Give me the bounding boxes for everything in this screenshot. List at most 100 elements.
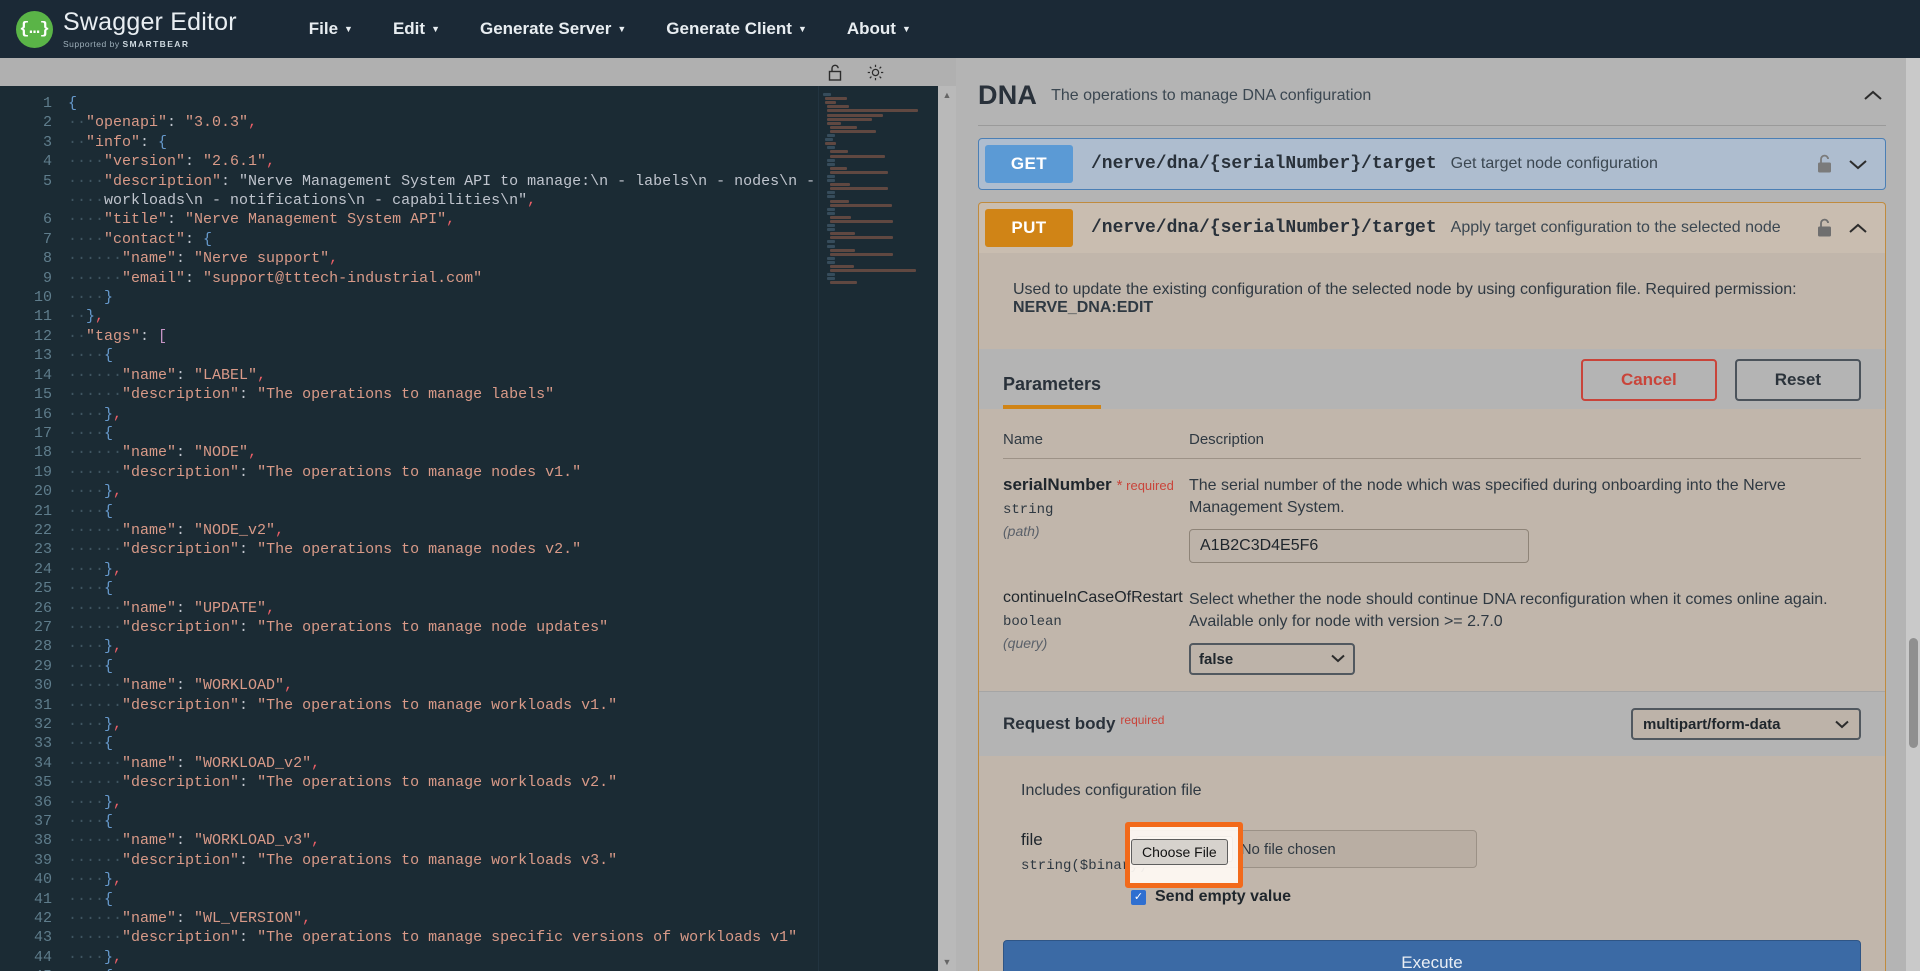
chevron-down-icon[interactable] (1847, 153, 1869, 175)
operation-put: PUT /nerve/dna/{serialNumber}/target App… (978, 202, 1886, 971)
main-split: 12345 6 7 8 9 10 11 12 13 14 15 16 17 18 19 20 21 22 23 24… (0, 58, 1920, 971)
code-content[interactable]: {··"openapi": "3.0.3", ··"info": {····"ve… (62, 86, 818, 971)
param-name-cell-continueincaseofrestart: continueInCaseOfRestart boolean (query) (1003, 589, 1189, 675)
editor-toolbar (0, 58, 956, 86)
scroll-up-arrow-icon[interactable]: ▲ (941, 89, 953, 101)
required-text: required (1126, 478, 1174, 493)
param-name-line: serialNumber * required (1003, 475, 1179, 495)
scroll-down-arrow-icon[interactable]: ▼ (941, 956, 953, 968)
request-body-title-wrap: Request body required (1003, 713, 1165, 734)
tag-header-dna: DNA The operations to manage DNA configu… (966, 58, 1898, 125)
required-badge: * required (1116, 477, 1174, 494)
logo-sub-brand: SMARTBEAR (122, 38, 190, 49)
swagger-content: DNA The operations to manage DNA configu… (956, 58, 1920, 971)
editor-scrollbar[interactable]: ▲ ▼ (938, 86, 956, 971)
chevron-up-icon[interactable] (1860, 83, 1886, 109)
send-empty-checkbox[interactable]: ✓ (1131, 889, 1146, 905)
logo-subtitle: Supported by SMARTBEAR (63, 40, 237, 49)
param-name: serialNumber (1003, 475, 1112, 494)
request-body-title: Request body (1003, 714, 1116, 734)
parameters-toolbar: Parameters Cancel Reset (979, 349, 1885, 409)
tag-divider (978, 125, 1886, 126)
unlock-icon[interactable] (826, 63, 844, 81)
menu-generate-server-label: Generate Server (479, 19, 612, 38)
choose-file-button-highlighted[interactable]: Choose File (1131, 839, 1236, 866)
logo-glyph: {…} (19, 19, 50, 39)
operation-put-controls (1816, 217, 1875, 239)
chevron-down-icon (1331, 652, 1345, 666)
menu-generate-client-label: Generate Client (666, 19, 792, 38)
param-type: boolean (1003, 614, 1062, 631)
unlock-icon[interactable] (1816, 218, 1833, 238)
content-type-select[interactable]: multipart/form-data (1631, 708, 1861, 741)
editor-pane: 12345 6 7 8 9 10 11 12 13 14 15 16 17 18 19 20 21 22 23 24… (0, 58, 956, 971)
column-header-name: Name (1003, 431, 1044, 448)
operation-put-path: /nerve/dna/{serialNumber}/target (1091, 218, 1437, 238)
chevron-down-icon: ▼ (901, 24, 911, 34)
operation-get-summary: Get target node configuration (1450, 155, 1658, 172)
menu-about[interactable]: About ▼ (827, 11, 931, 47)
operation-put-header[interactable]: PUT /nerve/dna/{serialNumber}/target App… (978, 202, 1886, 253)
file-field-labels: file string($binary) (1021, 830, 1147, 874)
chevron-down-icon: ▼ (797, 24, 807, 34)
menu-file[interactable]: File ▼ (289, 11, 373, 47)
column-header-description: Description (1189, 431, 1265, 448)
swagger-scrollbar[interactable] (1906, 58, 1920, 971)
operation-put-summary: Apply target configuration to the select… (1450, 219, 1781, 236)
required-star: * (1116, 477, 1123, 494)
send-empty-value-row[interactable]: ✓ Send empty value (1131, 888, 1861, 906)
operation-description: Used to update the existing configuratio… (979, 253, 1885, 349)
parameters-table-header: Name Description (1003, 427, 1861, 459)
content-type-value: multipart/form-data (1643, 715, 1781, 733)
no-file-chosen-text: No file chosen (1240, 840, 1336, 858)
execute-button[interactable]: Execute (1003, 940, 1861, 971)
file-field-row: file string($binary) Choose File No file… (1021, 822, 1861, 889)
param-location: (path) (1003, 523, 1040, 539)
swagger-ui-pane: DNA The operations to manage DNA configu… (956, 58, 1920, 971)
request-body-note: Includes configuration file (1021, 782, 1202, 800)
param-name-cell-serialnumber: serialNumber * required string (path) (1003, 475, 1189, 563)
code-minimap[interactable] (818, 86, 938, 971)
send-empty-label: Send empty value (1155, 888, 1292, 906)
param-type: string (1003, 502, 1054, 518)
reset-button[interactable]: Reset (1734, 359, 1861, 401)
tab-parameters[interactable]: Parameters (1003, 366, 1102, 409)
table-row: continueInCaseOfRestart boolean (query) … (1003, 573, 1861, 685)
app-header: {…} Swagger Editor Supported by SMARTBEA… (0, 0, 1920, 58)
chevron-down-icon: ▼ (344, 24, 353, 34)
choose-file-button-label[interactable]: Choose File (1131, 839, 1228, 866)
http-verb-put: PUT (985, 209, 1073, 247)
table-row: serialNumber * required string (path) The… (1003, 459, 1861, 573)
menu-edit[interactable]: Edit ▼ (373, 11, 460, 47)
scrollbar-thumb[interactable] (1909, 638, 1918, 748)
http-verb-get: GET (985, 145, 1073, 183)
main-menubar: File ▼ Edit ▼ Generate Server ▼ Generate Cl… (289, 11, 931, 47)
operation-description-text: Used to update the existing configuratio… (1013, 281, 1797, 298)
execute-section: Execute (979, 914, 1885, 971)
serialnumber-input[interactable] (1189, 529, 1529, 564)
continueincaseofrestart-select[interactable]: false (1189, 643, 1355, 676)
app-logo[interactable]: {…} Swagger Editor Supported by SMARTBEA… (16, 9, 237, 49)
chevron-down-icon (1835, 716, 1849, 733)
menu-edit-label: Edit (392, 19, 426, 38)
operation-get-controls (1816, 153, 1875, 175)
menu-generate-client[interactable]: Generate Client ▼ (646, 11, 827, 47)
parameters-buttons: Cancel Reset (1580, 359, 1861, 409)
required-permission: NERVE_DNA:EDIT (1013, 299, 1154, 316)
file-field-name: file (1021, 830, 1043, 850)
tag-description: The operations to manage DNA configurati… (1051, 86, 1372, 104)
cancel-button[interactable]: Cancel (1580, 359, 1717, 401)
chevron-down-icon: ▼ (431, 24, 440, 34)
operation-put-body: Used to update the existing configuratio… (978, 253, 1886, 971)
param-description: The serial number of the node which was … (1189, 477, 1786, 516)
request-body-required-badge: required (1120, 713, 1165, 728)
menu-generate-server[interactable]: Generate Server ▼ (460, 11, 646, 47)
tag-name: DNA (978, 80, 1038, 110)
chevron-up-icon[interactable] (1847, 217, 1869, 239)
menu-about-label: About (846, 19, 896, 38)
logo-sub-prefix: Supported by (63, 38, 120, 49)
unlock-icon[interactable] (1816, 154, 1833, 174)
brightness-icon[interactable] (866, 63, 884, 81)
editor-body: 12345 6 7 8 9 10 11 12 13 14 15 16 17 18 19 20 21 22 23 24… (0, 86, 956, 971)
operation-get-header[interactable]: GET /nerve/dna/{serialNumber}/target Get… (978, 138, 1886, 190)
